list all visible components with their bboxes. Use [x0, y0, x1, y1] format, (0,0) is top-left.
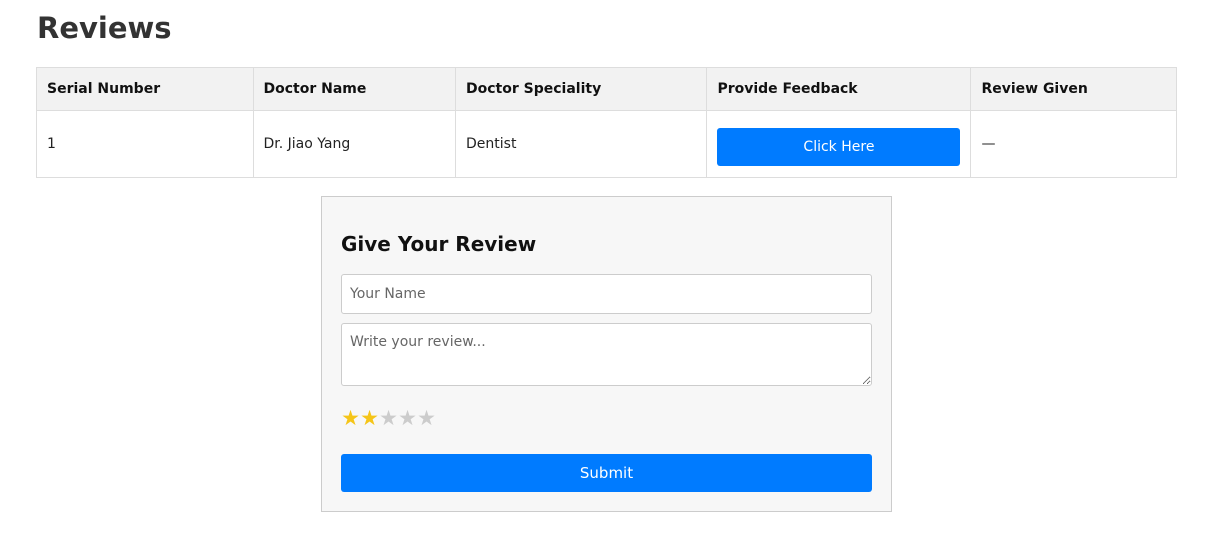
header-doctor-speciality: Doctor Speciality [455, 67, 708, 111]
cell-doctor-speciality: Dentist [455, 110, 708, 178]
page-title: Reviews [37, 11, 172, 45]
cell-serial-number: 1 [36, 110, 254, 178]
reviews-table: Serial Number Doctor Name Doctor Special… [36, 67, 1177, 178]
star-icon[interactable]: ★ [360, 406, 379, 430]
star-rating[interactable]: ★ ★ ★ ★ ★ [341, 406, 436, 430]
header-serial-number: Serial Number [36, 67, 254, 111]
star-icon[interactable]: ★ [417, 406, 436, 430]
star-icon[interactable]: ★ [341, 406, 360, 430]
review-form-title: Give Your Review [341, 232, 537, 256]
cell-review-given: — [970, 110, 1177, 178]
header-doctor-name: Doctor Name [252, 67, 457, 111]
header-provide-feedback: Provide Feedback [706, 67, 972, 111]
header-review-given: Review Given [970, 67, 1177, 111]
review-form-panel: Give Your Review ★★★★★ Submit [321, 196, 892, 512]
star-icon[interactable]: ★ [398, 406, 417, 430]
table-header-row: Serial Number Doctor Name Doctor Special… [36, 67, 1177, 111]
click-here-button[interactable]: Click Here [717, 128, 961, 166]
star-icon[interactable]: ★ [379, 406, 398, 430]
submit-button[interactable]: Submit [341, 454, 872, 492]
review-textarea[interactable] [341, 323, 872, 386]
cell-doctor-name: Dr. Jiao Yang [252, 110, 457, 178]
cell-provide-feedback: Click Here [706, 110, 972, 178]
name-input[interactable] [341, 274, 872, 314]
reviews-page: Reviews Serial Number Doctor Name Doctor… [0, 0, 1231, 557]
table-row: 1 Dr. Jiao Yang Dentist Click Here — [36, 110, 1177, 178]
